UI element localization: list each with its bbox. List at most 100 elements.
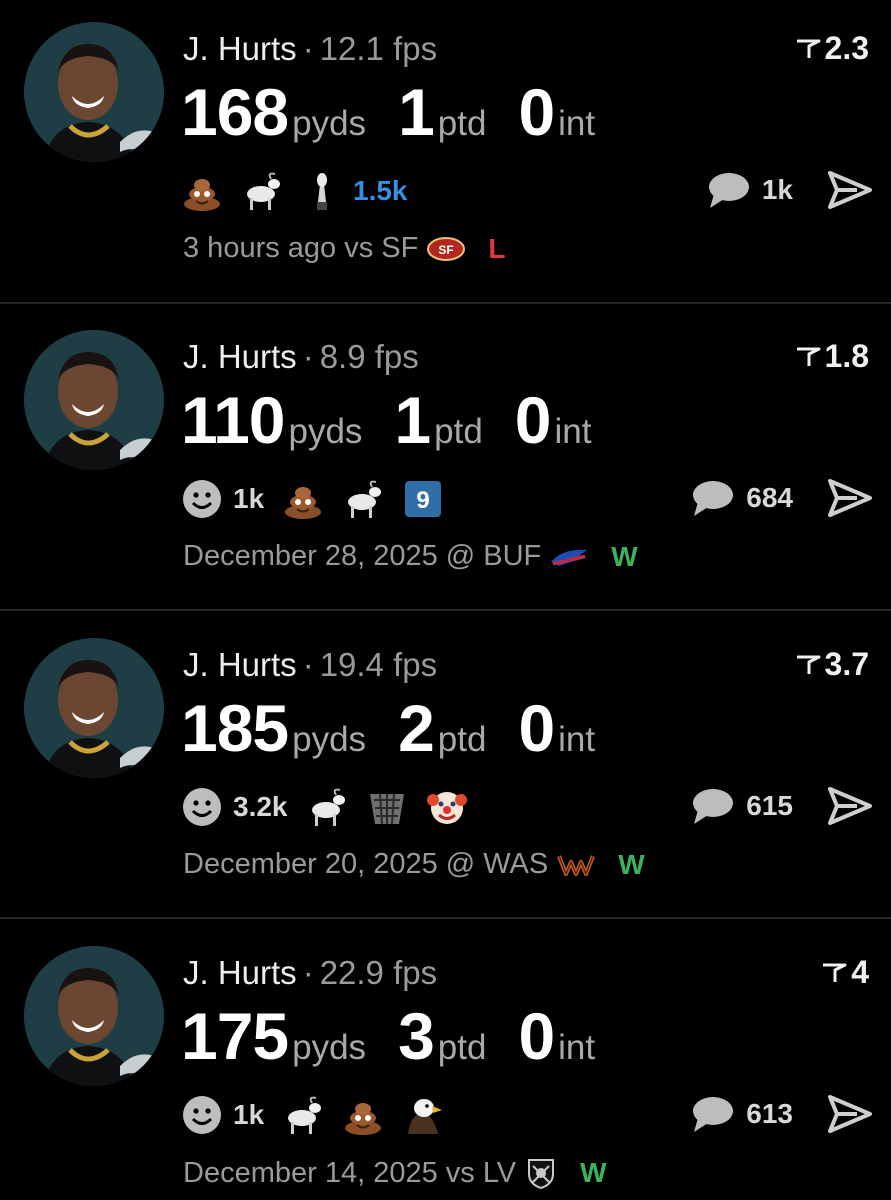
comment-count: 613 (746, 1098, 793, 1129)
rating-value: 4 (851, 954, 869, 990)
send-icon (828, 1095, 872, 1133)
passing-yards-value: 110 (181, 383, 285, 457)
comment-icon (708, 173, 749, 208)
player-name[interactable]: J. Hurts (183, 30, 297, 67)
player-avatar[interactable] (24, 330, 164, 470)
basket-icon[interactable] (366, 786, 408, 828)
game-time: December 28, 2025 @ BUF (183, 540, 542, 572)
game-meta: December 28, 2025 @ BUF W (183, 540, 638, 573)
player-name[interactable]: J. Hurts (183, 338, 297, 375)
post-card[interactable]: J. Hurts · 19.4 fps 3.7 185 pyds 2 ptd 0 int … (0, 616, 891, 920)
post-divider (0, 609, 891, 611)
passing-td-value: 3 (398, 999, 435, 1073)
player-avatar[interactable] (24, 638, 164, 778)
comment-icon (693, 481, 734, 516)
rating[interactable]: 4 (821, 954, 869, 991)
passing-yards-value: 168 (181, 75, 289, 149)
game-meta: December 20, 2025 @ WAS W (183, 848, 645, 881)
svg-text:9: 9 (416, 487, 429, 514)
share-button[interactable] (827, 170, 873, 215)
rating-value: 2.3 (824, 30, 869, 66)
stat-line: 175 pyds 3 ptd 0 int (181, 998, 627, 1073)
flag-icon (796, 39, 821, 58)
passing-td-unit: ptd (437, 104, 487, 143)
send-icon (828, 171, 872, 209)
interceptions-value: 0 (518, 691, 555, 765)
post-divider (0, 302, 891, 304)
fps-value: 19.4 fps (319, 646, 438, 683)
post-card[interactable]: J. Hurts · 12.1 fps 2.3 168 pyds 1 ptd 0 int … (0, 0, 891, 304)
reaction-count: 3.2k (233, 791, 288, 822)
comment-button[interactable]: 1k (706, 170, 793, 210)
game-result: L (488, 232, 506, 264)
send-icon (828, 479, 872, 517)
smiley-icon[interactable] (181, 478, 223, 520)
poop-emoji-icon[interactable] (342, 1094, 384, 1136)
post-card[interactable]: J. Hurts · 8.9 fps 1.8 110 pyds 1 ptd 0 int 1… (0, 308, 891, 612)
smiley-icon[interactable] (181, 786, 223, 828)
comment-count: 684 (746, 482, 793, 513)
fps-value: 8.9 fps (319, 338, 419, 375)
stat-line: 168 pyds 1 ptd 0 int (181, 74, 627, 149)
comment-icon (693, 789, 734, 824)
passing-td-unit: ptd (437, 720, 487, 759)
interceptions-unit: int (558, 720, 596, 759)
comment-button[interactable]: 615 (690, 786, 793, 826)
send-icon (828, 787, 872, 825)
passing-td-unit: ptd (437, 1028, 487, 1067)
goat-emoji-icon[interactable] (282, 1094, 324, 1136)
stat-line: 110 pyds 1 ptd 0 int (181, 382, 623, 457)
flag-icon (796, 347, 821, 366)
passing-td-value: 1 (394, 383, 431, 457)
reaction-count: 1k (233, 1099, 265, 1130)
goat-emoji-icon[interactable] (241, 170, 283, 212)
reaction-bar: 1k 9 (181, 474, 444, 524)
comment-button[interactable]: 613 (690, 1094, 793, 1134)
interceptions-unit: int (558, 104, 596, 143)
49ers-logo-icon: SF (427, 236, 466, 261)
player-avatar[interactable] (24, 22, 164, 162)
post-header: J. Hurts · 22.9 fps (183, 954, 438, 991)
clown-emoji-icon[interactable] (426, 786, 468, 828)
comment-button[interactable]: 684 (690, 478, 793, 518)
passing-yards-unit: pyds (292, 104, 367, 143)
share-button[interactable] (827, 786, 873, 831)
eagle-emoji-icon[interactable] (402, 1094, 444, 1136)
interceptions-value: 0 (514, 383, 552, 457)
interceptions-value: 0 (518, 999, 555, 1073)
game-meta: 3 hours ago vs SF SF L (183, 232, 505, 265)
post-feed: J. Hurts · 12.1 fps 2.3 168 pyds 1 ptd 0 int … (0, 0, 891, 1200)
passing-td-unit: ptd (434, 412, 483, 451)
poop-emoji-icon[interactable] (282, 478, 324, 520)
game-meta: December 14, 2025 vs LV W (183, 1156, 607, 1190)
rating[interactable]: 1.8 (795, 338, 869, 375)
goat-emoji-icon[interactable] (306, 786, 348, 828)
post-divider (0, 917, 891, 919)
trophy-icon[interactable] (301, 170, 343, 212)
raiders-logo-icon (528, 1159, 555, 1190)
game-time: December 14, 2025 vs LV (183, 1156, 517, 1189)
share-button[interactable] (827, 478, 873, 523)
interceptions-unit: int (554, 412, 592, 451)
rating[interactable]: 3.7 (795, 646, 869, 683)
goat-emoji-icon[interactable] (342, 478, 384, 520)
player-name[interactable]: J. Hurts (183, 954, 297, 991)
number-9-badge-icon[interactable]: 9 (402, 478, 444, 520)
player-name[interactable]: J. Hurts (183, 646, 297, 683)
rating[interactable]: 2.3 (795, 30, 869, 67)
passing-yards-unit: pyds (292, 720, 367, 759)
smiley-icon[interactable] (181, 1094, 223, 1136)
post-header: J. Hurts · 19.4 fps (183, 646, 438, 683)
post-card[interactable]: J. Hurts · 22.9 fps 4 175 pyds 3 ptd 0 int 1k… (0, 924, 891, 1200)
player-avatar[interactable] (24, 946, 164, 1086)
interceptions-unit: int (558, 1028, 596, 1067)
poop-emoji-icon[interactable] (181, 170, 223, 212)
passing-yards-unit: pyds (292, 1028, 367, 1067)
share-button[interactable] (827, 1094, 873, 1139)
bills-logo-icon (551, 549, 588, 566)
svg-text:SF: SF (439, 243, 454, 257)
stat-line: 185 pyds 2 ptd 0 int (181, 690, 627, 765)
fps-value: 12.1 fps (319, 30, 438, 67)
commanders-logo-icon (557, 854, 596, 876)
comment-count: 615 (746, 790, 793, 821)
